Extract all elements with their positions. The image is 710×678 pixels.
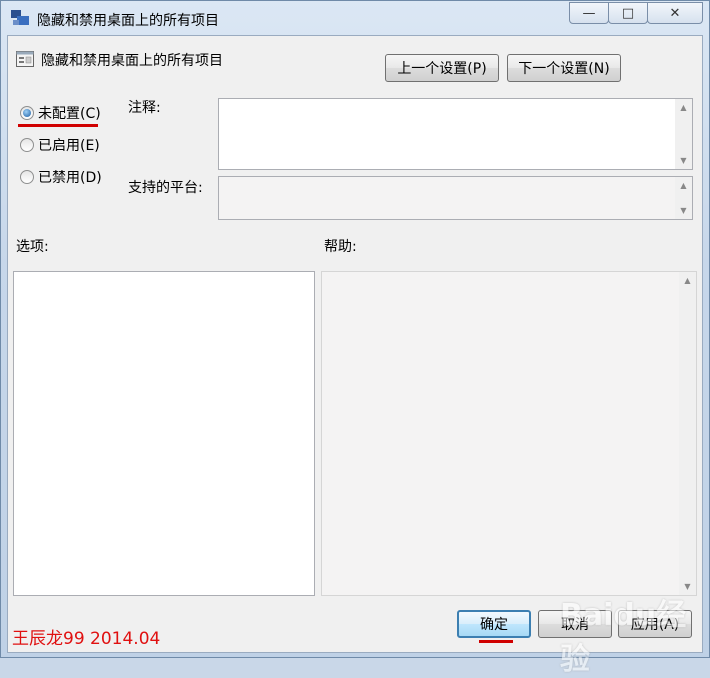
help-label: 帮助: [324, 239, 357, 255]
platform-scrollbar[interactable]: ▲ ▼ [675, 177, 692, 219]
radio-disabled[interactable]: 已禁用(D) [20, 167, 102, 187]
author-watermark: 王辰龙99 2014.04 [12, 629, 161, 649]
comment-label: 注释: [128, 100, 161, 116]
radio-not-configured-indicator[interactable] [20, 106, 34, 120]
previous-setting-button[interactable]: 上一个设置(P) [385, 54, 499, 82]
scroll-up-icon[interactable]: ▲ [675, 177, 692, 194]
help-pane[interactable]: ▲ ▼ [321, 271, 697, 596]
supported-platform-box: ▲ ▼ [218, 176, 693, 220]
title-bar[interactable]: 隐藏和禁用桌面上的所有项目 — □ ✕ [1, 1, 709, 35]
radio-enabled[interactable]: 已启用(E) [20, 135, 100, 155]
maximize-button[interactable]: □ [608, 2, 648, 24]
radio-enabled-indicator[interactable] [20, 138, 34, 152]
radio-not-configured[interactable]: 未配置(C) [20, 103, 101, 123]
policy-setting-icon [16, 51, 34, 67]
policy-dialog-window: 隐藏和禁用桌面上的所有项目 — □ ✕ 隐藏和禁用桌面上的所有项目 上一个设置(… [0, 0, 710, 658]
ok-button[interactable]: 确定 [457, 610, 531, 638]
comment-scrollbar[interactable]: ▲ ▼ [675, 99, 692, 169]
options-pane[interactable] [13, 271, 315, 596]
annotation-underline-ok [479, 640, 513, 643]
scroll-down-icon[interactable]: ▼ [675, 152, 692, 169]
scroll-down-icon[interactable]: ▼ [675, 202, 692, 219]
next-setting-button[interactable]: 下一个设置(N) [507, 54, 621, 82]
caption-buttons: — □ ✕ [569, 2, 703, 24]
scroll-up-icon[interactable]: ▲ [675, 99, 692, 116]
radio-disabled-label: 已禁用(D) [38, 170, 102, 186]
dialog-client-area: 隐藏和禁用桌面上的所有项目 上一个设置(P) 下一个设置(N) 未配置(C) 已… [7, 35, 703, 653]
window-title: 隐藏和禁用桌面上的所有项目 [37, 13, 219, 29]
radio-disabled-indicator[interactable] [20, 170, 34, 184]
policy-title: 隐藏和禁用桌面上的所有项目 [41, 53, 223, 69]
options-label: 选项: [16, 239, 49, 255]
close-button[interactable]: ✕ [647, 2, 703, 24]
comment-textarea[interactable]: ▲ ▼ [218, 98, 693, 170]
minimize-button[interactable]: — [569, 2, 609, 24]
radio-not-configured-label: 未配置(C) [38, 106, 101, 122]
scroll-up-icon[interactable]: ▲ [679, 272, 696, 289]
annotation-underline-not-configured [18, 124, 98, 127]
radio-enabled-label: 已启用(E) [38, 138, 100, 154]
group-policy-app-icon [11, 10, 29, 25]
baidu-watermark: Baidu经验 [560, 598, 687, 677]
supported-platform-label: 支持的平台: [128, 180, 203, 196]
help-scrollbar[interactable]: ▲ ▼ [679, 272, 696, 595]
